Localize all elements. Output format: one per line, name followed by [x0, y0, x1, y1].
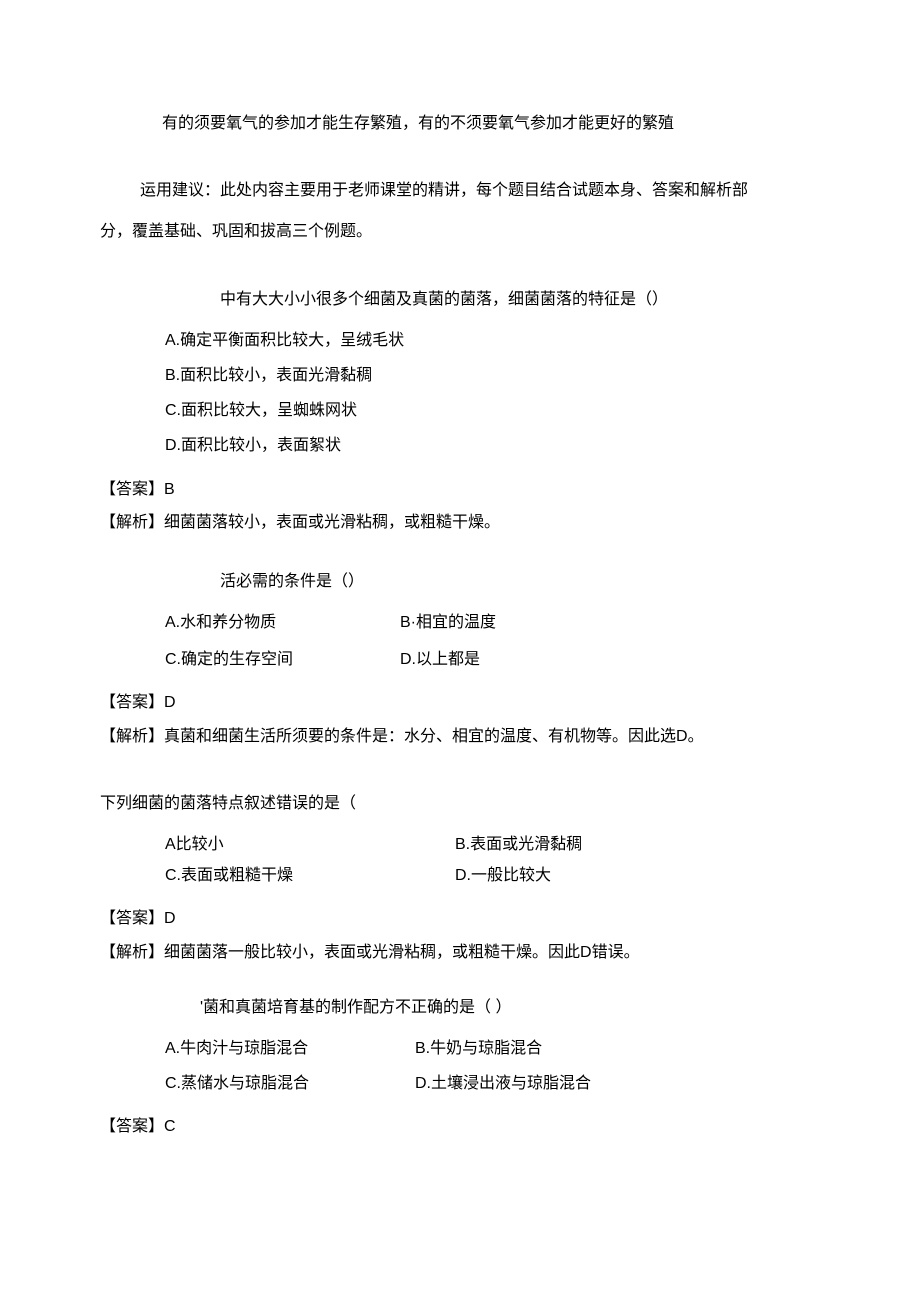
- q3-explanation: 【解析】细菌菌落一般比较小，表面或光滑粘稠，或粗糙干燥。因此D错误。: [100, 939, 820, 966]
- explanation-label: 【解析】: [100, 514, 164, 531]
- usage-advice-line1: 运用建议：此处内容主要用于老师课堂的精讲，每个题目结合试题本身、答案和解析部: [100, 177, 820, 204]
- q2-answer: 【答案】D: [100, 689, 820, 716]
- q2-option-d: D.以上都是: [400, 646, 820, 673]
- answer-label: 【答案】: [100, 481, 164, 498]
- q3-options-row-1: A比较小 B.表面或光滑黏稠: [100, 831, 820, 858]
- q2-options-row-1: A.水和养分物质 B·相宜的温度: [100, 609, 820, 636]
- q1-answer: 【答案】B: [100, 476, 820, 503]
- explanation-label: 【解析】: [100, 728, 164, 745]
- q1-explanation: 【解析】细菌菌落较小，表面或光滑粘稠，或粗糙干燥。: [100, 509, 820, 536]
- q1-stem: 中有大大小小很多个细菌及真菌的菌落，细菌菌落的特征是（）: [100, 286, 820, 313]
- q4-option-d: D.土壤浸出液与琼脂混合: [415, 1070, 820, 1097]
- q2-option-b: B·相宜的温度: [400, 609, 820, 636]
- q2-stem: 活必需的条件是（）: [100, 568, 820, 595]
- usage-advice-line2: 分，覆盖基础、巩固和拔高三个例题。: [100, 218, 820, 245]
- q3-explanation-text: 细菌菌落一般比较小，表面或光滑粘稠，或粗糙干燥。因此D错误。: [164, 944, 640, 961]
- q3-answer-value: D: [164, 910, 176, 927]
- q3-stem: 下列细菌的菌落特点叙述错误的是（: [100, 790, 820, 817]
- q4-option-c: C.蒸储水与琼脂混合: [165, 1070, 415, 1097]
- q4-option-b: B.牛奶与琼脂混合: [415, 1035, 820, 1062]
- q3-option-a: A比较小: [165, 831, 455, 858]
- q4-answer-value: C: [164, 1118, 176, 1135]
- explanation-label: 【解析】: [100, 944, 164, 961]
- q1-answer-value: B: [164, 481, 175, 498]
- q4-option-a: A.牛肉汁与琼脂混合: [165, 1035, 415, 1062]
- answer-label: 【答案】: [100, 1118, 164, 1135]
- q4-options-row-2: C.蒸储水与琼脂混合 D.土壤浸出液与琼脂混合: [100, 1070, 820, 1097]
- q1-option-b: B.面积比较小，表面光滑黏稠: [100, 362, 820, 389]
- q4-answer: 【答案】C: [100, 1113, 820, 1140]
- q3-option-d: D.一般比较大: [455, 862, 820, 889]
- intro-text: 有的须要氧气的参加才能生存繁殖，有的不须要氧气参加才能更好的繁殖: [100, 110, 820, 137]
- answer-label: 【答案】: [100, 910, 164, 927]
- q2-option-a: A.水和养分物质: [165, 609, 400, 636]
- q1-option-c: C.面积比较大，呈蜘蛛网状: [100, 397, 820, 424]
- q3-answer: 【答案】D: [100, 905, 820, 932]
- q2-explanation-text: 真菌和细菌生活所须要的条件是：水分、相宜的温度、有机物等。因此选D。: [164, 728, 704, 745]
- answer-label: 【答案】: [100, 694, 164, 711]
- q1-option-a: A.确定平衡面积比较大，呈绒毛状: [100, 327, 820, 354]
- q4-stem: '菌和真菌培育基的制作配方不正确的是（ ）: [100, 994, 820, 1021]
- q2-option-c: C.确定的生存空间: [165, 646, 400, 673]
- document-page: 有的须要氧气的参加才能生存繁殖，有的不须要氧气参加才能更好的繁殖 运用建议：此处…: [0, 0, 920, 1207]
- q2-answer-value: D: [164, 694, 176, 711]
- q4-options-row-1: A.牛肉汁与琼脂混合 B.牛奶与琼脂混合: [100, 1035, 820, 1062]
- q3-option-b: B.表面或光滑黏稠: [455, 831, 820, 858]
- q2-options-row-2: C.确定的生存空间 D.以上都是: [100, 646, 820, 673]
- q2-explanation: 【解析】真菌和细菌生活所须要的条件是：水分、相宜的温度、有机物等。因此选D。: [100, 723, 820, 750]
- q1-explanation-text: 细菌菌落较小，表面或光滑粘稠，或粗糙干燥。: [164, 514, 500, 531]
- q1-option-d: D.面积比较小，表面絮状: [100, 432, 820, 459]
- q3-options-row-2: C.表面或粗糙干燥 D.一般比较大: [100, 862, 820, 889]
- q3-option-c: C.表面或粗糙干燥: [165, 862, 455, 889]
